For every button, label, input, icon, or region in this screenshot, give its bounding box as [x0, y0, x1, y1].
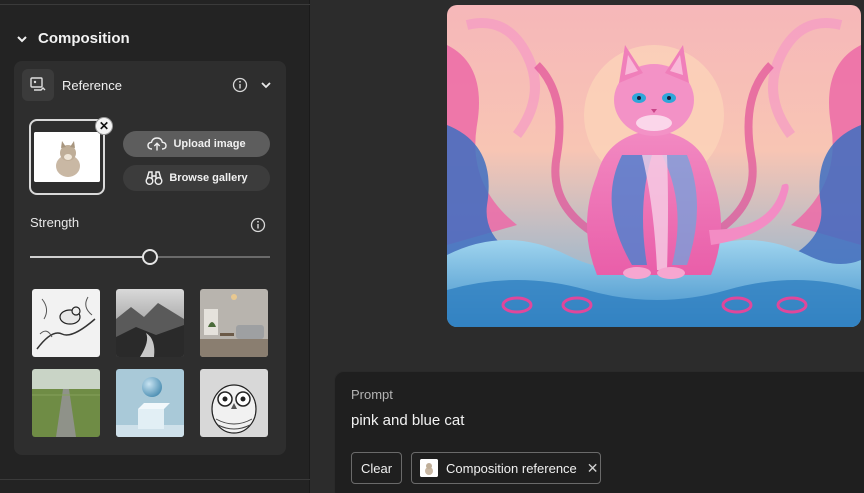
binoculars-icon [145, 171, 163, 185]
chevron-down-icon[interactable] [260, 79, 272, 91]
upload-cloud-icon [147, 137, 168, 151]
divider [0, 4, 310, 5]
reference-panel: Reference ✕ Upload image Browse gallery … [14, 61, 286, 455]
composition-reference-chip[interactable]: Composition reference ✕ [411, 452, 601, 484]
close-icon[interactable]: ✕ [587, 460, 599, 477]
bird-sketch-tile[interactable] [32, 289, 100, 357]
strength-slider[interactable] [30, 249, 270, 265]
clear-label: Clear [360, 460, 393, 476]
info-icon[interactable] [250, 217, 266, 233]
slider-fill [30, 256, 150, 258]
reference-label: Reference [62, 77, 122, 93]
cat-photo-thumbnail [420, 459, 438, 477]
cat-photo-thumbnail [34, 132, 100, 182]
prompt-label: Prompt [351, 387, 393, 402]
composition-reference-label: Composition reference [446, 460, 577, 476]
upload-image-button[interactable]: Upload image [123, 131, 270, 157]
road-field-tile[interactable] [32, 369, 100, 437]
sidebar: Composition Reference ✕ Upload image Bro… [0, 0, 310, 493]
chevron-down-icon[interactable] [16, 33, 28, 45]
clear-button[interactable]: Clear [351, 452, 402, 484]
reference-gallery-grid [32, 289, 268, 437]
sphere-cube-tile[interactable] [116, 369, 184, 437]
composition-section-header[interactable]: Composition [16, 30, 130, 47]
close-icon: ✕ [98, 119, 110, 133]
prompt-input[interactable]: pink and blue cat [351, 412, 464, 429]
section-title: Composition [38, 30, 130, 47]
divider [0, 479, 310, 480]
prompt-panel: Prompt pink and blue cat Clear Compositi… [334, 371, 864, 493]
slider-handle[interactable] [142, 249, 158, 265]
reference-icon [22, 69, 54, 101]
generated-image[interactable] [447, 5, 861, 327]
browse-gallery-button[interactable]: Browse gallery [123, 165, 270, 191]
upload-image-label: Upload image [173, 138, 246, 150]
owl-sketch-tile[interactable] [200, 369, 268, 437]
mountain-river-tile[interactable] [116, 289, 184, 357]
remove-reference-button[interactable]: ✕ [95, 117, 113, 135]
reference-thumbnail[interactable]: ✕ [29, 117, 113, 195]
strength-label: Strength [30, 215, 80, 230]
living-room-tile[interactable] [200, 289, 268, 357]
info-icon[interactable] [232, 77, 248, 93]
browse-gallery-label: Browse gallery [169, 172, 248, 184]
